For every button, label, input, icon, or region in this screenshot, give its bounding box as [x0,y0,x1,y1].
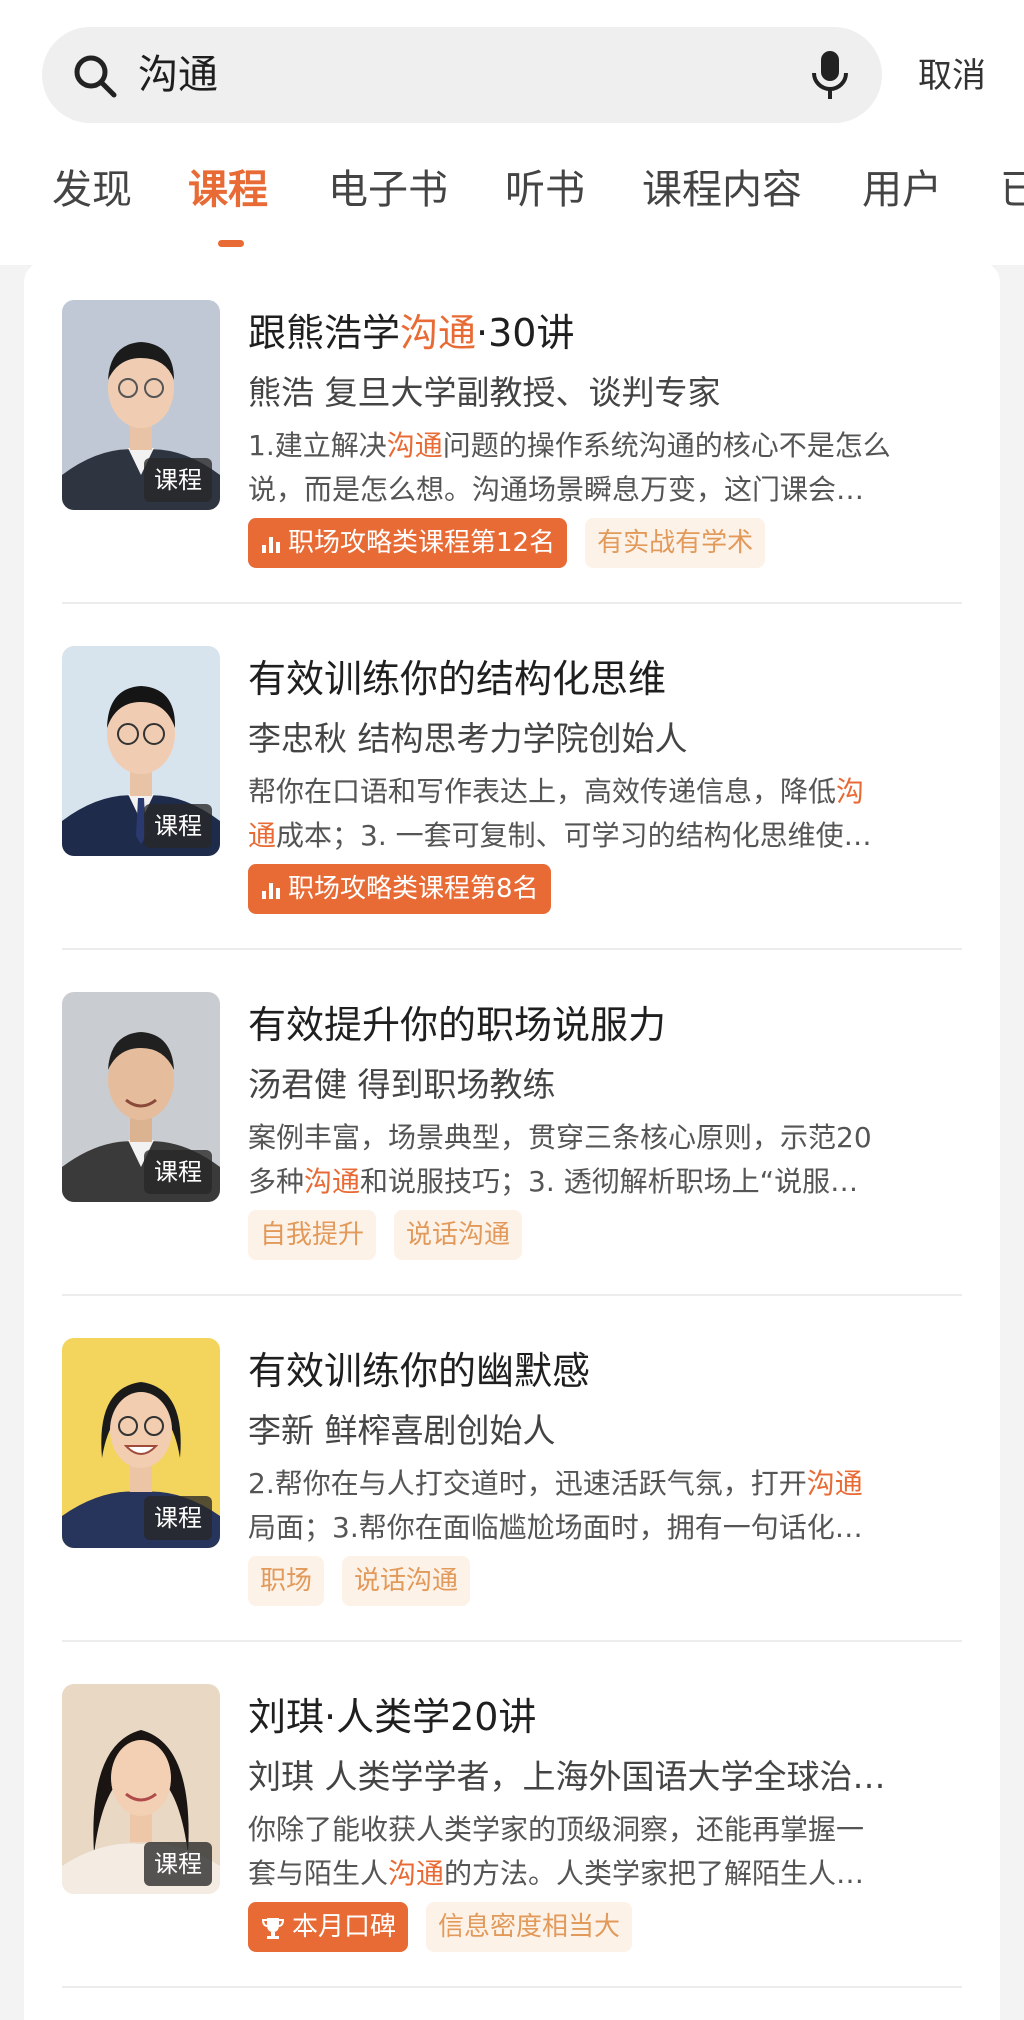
course-results: 课程 跟熊浩学沟通·30讲 熊浩 复旦大学副教授、谈判专家 1.建立解决沟通问题… [24,262,1000,2020]
ranking-chart-icon [262,882,280,899]
divider [62,1640,962,1642]
tab-discover[interactable]: 发现 [52,160,132,220]
divider [62,948,962,950]
trophy-icon [261,1917,285,1939]
course-title: 有效提升你的职场说服力 [248,1003,667,1047]
author-avatar: 课程 [62,1684,220,1894]
tab-courses[interactable]: 课程 [188,160,268,220]
course-description: 2.帮你在与人打交道时，迅速活跃气氛，打开沟通 局面；3.帮你在面临尴尬场面时，… [248,1467,863,1544]
course-type-badge: 课程 [144,804,212,848]
course-author: 李新 鲜榨喜剧创始人 [248,1411,556,1450]
search-icon [74,55,117,98]
ranking-tag[interactable]: 本月口碑 [248,1902,409,1952]
course-author: 熊浩 复旦大学副教授、谈判专家 [248,373,721,412]
feature-tag[interactable]: 有实战有学术 [585,518,766,568]
cancel-button[interactable]: 取消 [918,50,986,102]
author-avatar: 课程 [62,646,220,856]
divider [62,602,962,604]
course-title: 刘琪·人类学20讲 [248,1695,537,1739]
course-author: 李忠秋 结构思考力学院创始人 [248,719,688,758]
course-tags: 职场 说话沟通 [248,1556,488,1606]
search-bar[interactable]: 沟通 [42,27,882,123]
course-description: 1.建立解决沟通问题的操作系统沟通的核心不是怎么 说，而是怎么想。沟通场景瞬息万… [248,429,891,506]
course-description: 帮你在口语和写作表达上，高效传递信息，降低沟 通成本；3. 一套可复制、可学习的… [248,775,872,852]
ranking-chart-icon [262,536,280,553]
divider [62,1294,962,1296]
course-title: 有效训练你的结构化思维 [248,657,667,701]
course-type-badge: 课程 [144,1150,212,1194]
search-tabs: 发现 课程 电子书 听书 课程内容 用户 已 [0,160,1024,220]
course-item[interactable]: 课程 跟熊浩学沟通·30讲 熊浩 复旦大学副教授、谈判专家 1.建立解决沟通问题… [62,262,962,608]
course-tags: 本月口碑 信息密度相当大 [248,1902,650,1952]
course-author: 汤君健 得到职场教练 [248,1065,556,1104]
tab-users[interactable]: 用户 [862,160,942,220]
course-tags: 职场攻略类课程第12名 有实战有学术 [248,518,783,568]
feature-tag[interactable]: 说话沟通 [394,1210,523,1260]
feature-tag[interactable]: 自我提升 [248,1210,377,1260]
course-description: 你除了能收获人类学家的顶级洞察，还能再掌握一 套与陌生人沟通的方法。人类学家把了… [248,1813,865,1890]
microphone-icon[interactable] [808,49,852,101]
course-author: 刘琪 人类学学者，上海外国语大学全球治… [248,1757,886,1796]
ranking-tag[interactable]: 职场攻略类课程第12名 [248,518,568,568]
ranking-tag[interactable]: 职场攻略类课程第8名 [248,864,551,914]
search-header: 沟通 取消 发现 课程 电子书 听书 课程内容 用户 已 [0,0,1024,265]
course-item[interactable]: 课程 有效训练你的幽默感 李新 鲜榨喜剧创始人 2.帮你在与人打交道时，迅速活跃… [62,1300,962,1646]
feature-tag[interactable]: 说话沟通 [342,1556,471,1606]
tab-audiobooks[interactable]: 听书 [505,160,585,220]
active-tab-indicator [218,240,244,247]
author-avatar: 课程 [62,1338,220,1548]
author-avatar: 课程 [62,300,220,510]
course-tags: 职场攻略类课程第8名 [248,864,569,914]
course-type-badge: 课程 [144,1496,212,1540]
course-title: 有效训练你的幽默感 [248,1349,591,1393]
course-title: 跟熊浩学沟通·30讲 [248,311,575,355]
search-input[interactable]: 沟通 [138,27,218,123]
course-description: 案例丰富，场景典型，贯穿三条核心原则，示范20 多种沟通和说服技巧；3. 透彻解… [248,1121,872,1198]
course-item[interactable]: 课程 有效提升你的职场说服力 汤君健 得到职场教练 案例丰富，场景典型，贯穿三条… [62,954,962,1300]
course-type-badge: 课程 [144,458,212,502]
course-item[interactable]: 课程 有效训练你的结构化思维 李忠秋 结构思考力学院创始人 帮你在口语和写作表达… [62,608,962,954]
tab-course-content[interactable]: 课程内容 [642,160,802,220]
feature-tag[interactable]: 信息密度相当大 [426,1902,633,1952]
course-tags: 自我提升 说话沟通 [248,1210,540,1260]
tab-more[interactable]: 已 [1000,160,1024,220]
divider [62,1986,962,1988]
course-item[interactable]: 课程 刘琪·人类学20讲 刘琪 人类学学者，上海外国语大学全球治… 你除了能收获… [62,1646,962,1992]
course-type-badge: 课程 [144,1842,212,1886]
author-avatar: 课程 [62,992,220,1202]
feature-tag[interactable]: 职场 [248,1556,325,1606]
tab-ebooks[interactable]: 电子书 [328,160,448,220]
